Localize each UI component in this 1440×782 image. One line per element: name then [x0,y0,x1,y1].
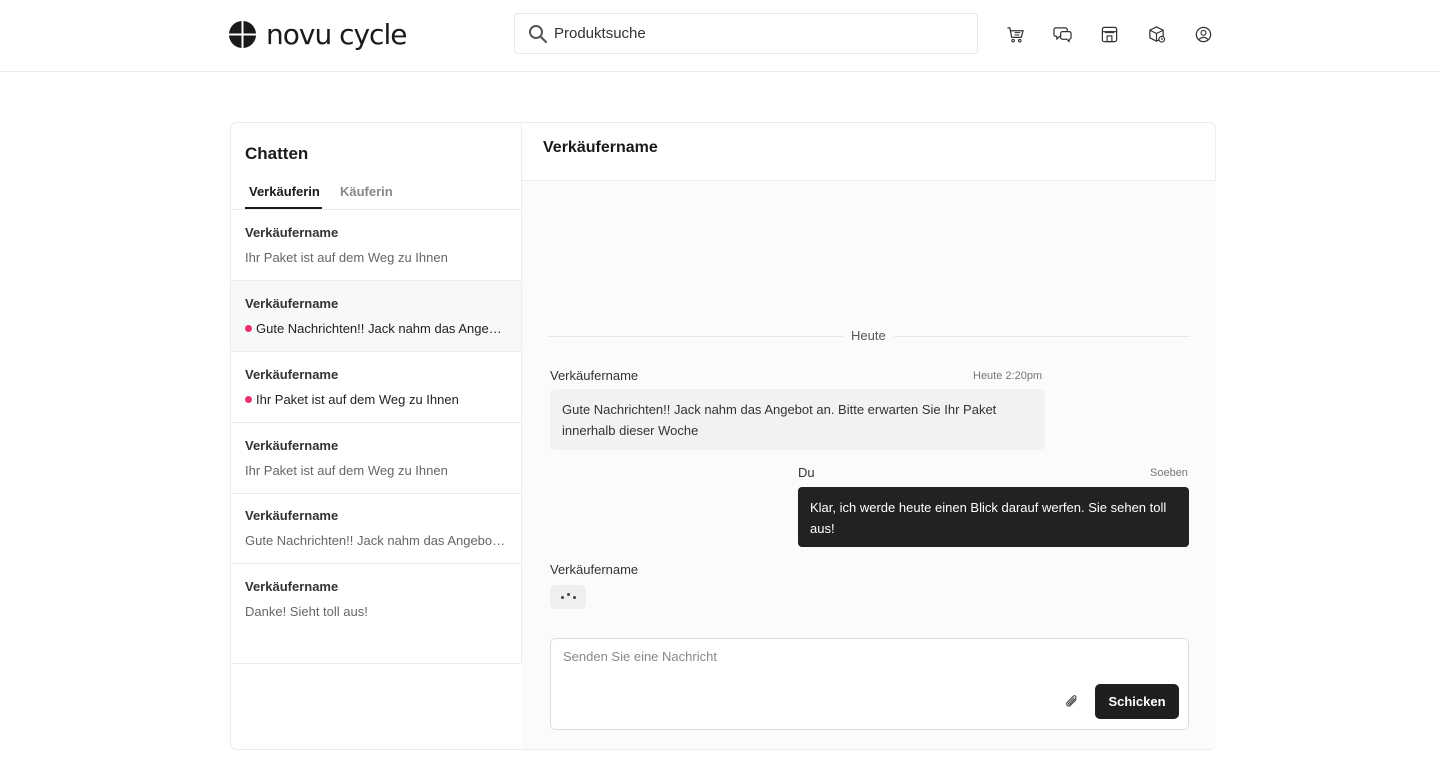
conversation-item[interactable]: Verkäufername Danke! Sieht toll aus! [231,564,521,635]
chat-icon [1052,26,1072,42]
message-input[interactable] [563,649,1063,664]
search-input[interactable]: Produktsuche [554,25,646,42]
conversation-name: Verkäufername [245,438,339,453]
sidebar-title: Chatten [245,144,309,163]
account-button[interactable] [1193,24,1213,44]
conversation-preview: Ihr Paket ist auf dem Weg zu Ihnen [245,392,507,407]
unread-dot [245,396,252,403]
brand-name: novu cycle [266,17,407,51]
logo-mark-icon [228,19,257,49]
conversation-item[interactable]: Verkäufername Ihr Paket ist auf dem Weg … [231,423,521,494]
conversation-name: Verkäufername [245,367,339,382]
conversation-item[interactable]: Verkäufername Gute Nachrichten!! Jack na… [231,281,521,352]
conversation-preview: Danke! Sieht toll aus! [245,604,368,619]
conversation-sidebar: Chatten Verkäuferin Käuferin Verkäuferna… [231,123,522,664]
chat-card: Chatten Verkäuferin Käuferin Verkäuferna… [230,122,1216,750]
tab-buyer[interactable]: Käuferin [340,184,393,199]
top-header: novu cycle Produktsuche [0,0,1440,72]
conversation-item[interactable]: Verkäufername Ihr Paket ist auf dem Weg … [231,210,521,281]
messages-button[interactable] [1052,24,1072,44]
paperclip-icon[interactable] [1063,693,1081,711]
conversation-name: Verkäufername [245,225,339,240]
search-icon [529,24,548,43]
chat-title: Verkäufername [543,139,658,156]
chat-header: Verkäufername [522,123,1216,181]
message-sender: Du [798,465,815,480]
message-composer: Schicken [550,638,1189,730]
outgoing-message-bubble: Klar, ich werde heute einen Blick darauf… [798,487,1189,547]
role-tabs: Verkäuferin Käuferin [231,177,521,210]
message-thread[interactable]: Heute Verkäufername Heute 2:20pm Gute Na… [522,181,1216,749]
conversation-preview: Ihr Paket ist auf dem Weg zu Ihnen [245,250,448,265]
conversation-item[interactable]: Verkäufername Gute Nachrichten!! Jack na… [231,493,521,564]
chat-panel: Verkäufername Heute Verkäufername Heute … [522,123,1216,749]
tab-seller[interactable]: Verkäuferin [249,184,320,199]
conversation-name: Verkäufername [245,579,339,594]
conversation-preview: Ihr Paket ist auf dem Weg zu Ihnen [245,463,448,478]
store-button[interactable] [1099,24,1119,44]
typing-sender: Verkäufername [550,562,639,577]
incoming-message-bubble: Gute Nachrichten!! Jack nahm das Angebot… [550,389,1045,450]
message-time: Heute 2:20pm [973,370,1043,382]
cart-icon [1006,26,1024,42]
user-icon [1195,26,1211,42]
conversation-name: Verkäufername [245,296,339,311]
cart-button[interactable] [1005,24,1025,44]
conversation-item[interactable]: Verkäufername Ihr Paket ist auf dem Weg … [231,352,521,423]
store-icon [1101,26,1117,42]
package-icon [1148,25,1165,43]
packages-button[interactable] [1146,24,1166,44]
conversation-name: Verkäufername [245,508,339,523]
message-time: Soeben [1150,467,1188,479]
product-search[interactable]: Produktsuche [514,13,978,54]
brand-logo[interactable]: novu cycle [228,17,407,51]
typing-indicator [550,585,586,609]
day-divider-label: Heute [843,328,894,343]
conversation-preview: Gute Nachrichten!! Jack nahm das Angebot… [245,321,507,336]
conversation-preview: Gute Nachrichten!! Jack nahm das Angebot… [245,533,507,548]
message-sender: Verkäufername [550,368,639,383]
active-tab-indicator [245,207,322,209]
unread-dot [245,325,252,332]
send-button[interactable]: Schicken [1095,684,1179,719]
